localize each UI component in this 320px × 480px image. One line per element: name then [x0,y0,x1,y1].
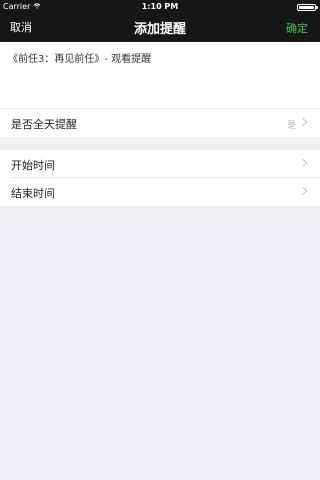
movie-reminder-text: 《前任3：再见前任》- 观看提醒 [8,54,152,65]
end-time-row[interactable]: 结束时间 [0,178,320,206]
battery-icon [297,4,318,11]
all-day-value: 是 [286,121,296,131]
status-bar: Carrier 1:10 PM [0,0,320,14]
confirm-button[interactable]: 确定 [286,20,308,36]
all-day-label: 是否全天提醒 [11,118,77,131]
top-bar: Carrier 1:10 PM 取消 添加提醒 确定 [0,0,320,42]
chevron-right-icon [298,158,308,168]
end-time-label: 结束时间 [11,187,55,200]
status-time: 1:10 PM [141,2,179,11]
chevron-right-icon [298,117,308,127]
all-day-section: 是否全天提醒 是 [0,109,320,137]
time-section: 开始时间 结束时间 [0,150,320,206]
movie-reminder-card: 《前任3：再见前任》- 观看提醒 [0,42,320,108]
start-time-label: 开始时间 [11,159,55,172]
all-day-row[interactable]: 是否全天提醒 是 [0,109,320,137]
chevron-right-icon [298,186,308,196]
navigation-bar: 取消 添加提醒 确定 [0,14,320,42]
page-title: 添加提醒 [133,22,186,37]
start-time-row[interactable]: 开始时间 [0,150,320,178]
